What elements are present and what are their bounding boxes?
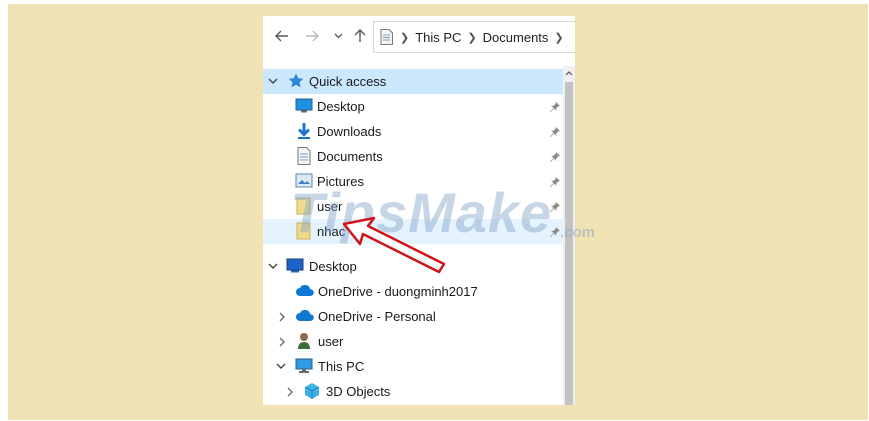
desktop-icon bbox=[286, 258, 304, 276]
tree-item-3d-objects[interactable]: 3D Objects bbox=[263, 379, 563, 404]
user-icon bbox=[297, 332, 315, 350]
tree-item-label: Downloads bbox=[317, 124, 382, 139]
star-icon bbox=[287, 72, 305, 90]
scrollbar-thumb[interactable] bbox=[565, 82, 573, 405]
chevron-up-icon bbox=[565, 70, 573, 75]
up-button[interactable] bbox=[349, 25, 371, 47]
arrow-right-icon bbox=[306, 30, 319, 42]
tree-item-label: Documents bbox=[317, 149, 383, 164]
arrow-left-icon bbox=[275, 30, 288, 42]
screenshot-frame: ❯ This PC ❯ Documents ❯ Quick access Des… bbox=[0, 0, 869, 421]
chevron-right-icon: ❯ bbox=[400, 31, 410, 44]
watermark-suffix: .com bbox=[560, 224, 596, 241]
chevron-right-icon: ❯ bbox=[467, 31, 477, 44]
tree-item-label: Desktop bbox=[317, 99, 365, 114]
scroll-up-button[interactable] bbox=[563, 66, 575, 80]
tree-item-label: 3D Objects bbox=[326, 384, 391, 399]
tree-item-documents[interactable]: Documents bbox=[263, 144, 563, 169]
computer-icon bbox=[295, 358, 313, 376]
document-icon bbox=[380, 29, 394, 45]
tree-item-desktop[interactable]: Desktop bbox=[263, 94, 563, 119]
tree-item-quick-access[interactable]: Quick access bbox=[263, 69, 563, 94]
annotation-arrow-icon bbox=[342, 216, 446, 274]
cloud-icon bbox=[295, 284, 314, 302]
pin-icon[interactable] bbox=[549, 101, 561, 113]
tree-item-this-pc[interactable]: This PC bbox=[263, 354, 563, 379]
desktop-icon bbox=[295, 98, 313, 116]
chevron-right-icon[interactable] bbox=[276, 336, 288, 348]
tree-item-downloads[interactable]: Downloads bbox=[263, 119, 563, 144]
tree-item-onedrive-duongminh2017[interactable]: OneDrive - duongminh2017 bbox=[263, 279, 563, 304]
chevron-down-icon[interactable] bbox=[267, 76, 279, 88]
chevron-right-icon: ❯ bbox=[554, 31, 564, 44]
arrow-up-icon bbox=[354, 29, 366, 42]
navigation-bar: ❯ This PC ❯ Documents ❯ bbox=[263, 16, 575, 58]
tree-item-label: user bbox=[318, 334, 344, 349]
address-bar[interactable]: ❯ This PC ❯ Documents ❯ bbox=[373, 21, 575, 53]
tree-item-onedrive-personal[interactable]: OneDrive - Personal bbox=[263, 304, 563, 329]
cube-icon bbox=[303, 382, 321, 400]
tree-item-label: Quick access bbox=[309, 74, 387, 89]
back-button[interactable] bbox=[271, 25, 293, 47]
download-arrow-icon bbox=[295, 122, 313, 140]
tree-item-user-profile[interactable]: user bbox=[263, 329, 563, 354]
chevron-down-icon bbox=[334, 33, 342, 39]
document-icon bbox=[297, 147, 315, 165]
chevron-right-icon[interactable] bbox=[276, 311, 288, 323]
tree-item-label: OneDrive - duongminh2017 bbox=[318, 284, 478, 299]
recent-locations-button[interactable] bbox=[327, 25, 349, 47]
tree-item-label: OneDrive - Personal bbox=[318, 309, 436, 324]
pin-icon[interactable] bbox=[549, 126, 561, 138]
cloud-icon bbox=[295, 309, 314, 327]
chevron-down-icon[interactable] bbox=[267, 261, 279, 273]
address-segment-this-pc[interactable]: This PC bbox=[415, 30, 461, 45]
forward-button[interactable] bbox=[301, 25, 323, 47]
address-segment-documents[interactable]: Documents bbox=[483, 30, 549, 45]
tree-item-label: This PC bbox=[318, 359, 365, 374]
chevron-down-icon[interactable] bbox=[275, 361, 287, 373]
chevron-right-icon[interactable] bbox=[284, 386, 296, 398]
pin-icon[interactable] bbox=[549, 151, 561, 163]
